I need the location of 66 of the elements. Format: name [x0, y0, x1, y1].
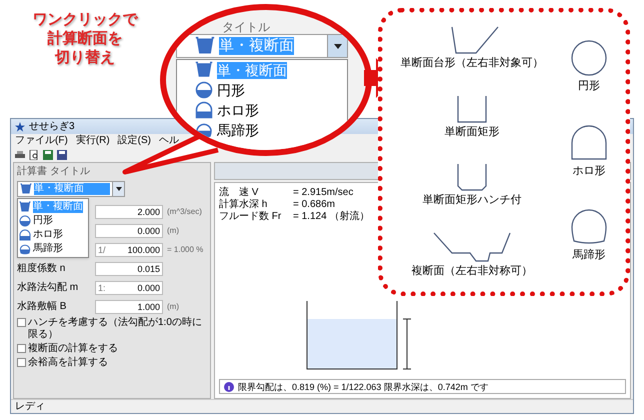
checkbox-label: ハンチを考慮する（法勾配が1:0の時に限る）	[28, 317, 203, 341]
unit-label: (m)	[167, 224, 179, 236]
title-label: 計算書 タイトル	[17, 166, 91, 178]
preview-icon[interactable]	[29, 150, 39, 160]
dropdown-option[interactable]: 馬蹄形	[195, 120, 347, 140]
checkbox[interactable]	[17, 318, 26, 327]
result-value: = 1.124 （射流）	[293, 211, 370, 223]
caret-icon	[334, 44, 342, 48]
menu-item[interactable]: ファイル(F)	[15, 135, 68, 147]
status-text: レディ	[15, 400, 45, 412]
annotation-text: ワンクリックで	[32, 10, 138, 29]
info-icon	[224, 382, 234, 392]
menu-item[interactable]: 実行(R)	[76, 135, 110, 147]
circle-section-drawing	[571, 40, 607, 76]
result-name: 流 速 V	[219, 187, 260, 198]
section-label: 単断面矩形	[444, 124, 500, 140]
number-field[interactable]: 0.000	[95, 224, 163, 238]
section-label: 単断面矩形ハンチ付	[422, 193, 522, 208]
channel-shape-icon	[195, 61, 213, 79]
field-label: 水路法勾配 m	[17, 282, 78, 292]
channel-shape-icon	[19, 201, 31, 213]
percent-note: = 1.000 %	[167, 244, 204, 256]
section-label: 円形	[578, 79, 600, 94]
checkbox-label: 余裕高を計算する	[28, 357, 108, 369]
export-icon[interactable]	[57, 150, 67, 160]
dropdown-option[interactable]: 円形	[195, 80, 347, 100]
number-field[interactable]: 2.000	[95, 204, 163, 218]
number-field[interactable]: 1/ 100.000	[95, 242, 163, 256]
dropdown-option[interactable]: ホロ形	[195, 100, 347, 120]
number-field[interactable]: 0.015	[95, 262, 163, 276]
dropdown-option[interactable]: 円形	[18, 214, 88, 228]
channel-shape-icon	[195, 101, 213, 119]
section-label: 馬蹄形	[572, 248, 606, 264]
star-icon	[15, 122, 25, 132]
dropdown-option[interactable]: 馬蹄形	[18, 242, 88, 256]
menu-item[interactable]: ヘル	[159, 135, 180, 147]
caret-icon	[116, 187, 122, 191]
section-label: 複断面（左右非対称可）	[412, 264, 532, 278]
window-title: せせらぎ3	[29, 120, 75, 132]
result-name: 計算水深 h	[219, 199, 268, 211]
annotation-text: 切り替え	[55, 48, 115, 67]
horseshoe-section-drawing	[571, 209, 607, 246]
checkbox-label: 複断面の計算をする	[28, 343, 118, 355]
menu-item[interactable]: 設定(S)	[118, 135, 152, 147]
channel-shape-icon	[195, 121, 213, 139]
result-value: = 0.686m	[293, 199, 335, 211]
channel-shape-icon	[195, 81, 213, 99]
unit-label: (m^3/sec)	[167, 206, 202, 218]
print-icon[interactable]	[15, 150, 25, 160]
dropdown-option[interactable]: ホロ形	[18, 228, 88, 242]
field-label: 粗度係数 n	[17, 262, 66, 274]
checkbox[interactable]	[17, 358, 26, 367]
section-label: 単断面台形（左右非対象可）	[400, 56, 544, 71]
annotation-text: 計算断面を	[48, 29, 122, 48]
title-label: タイトル	[222, 19, 270, 36]
field-label: 水路敷幅 B	[17, 300, 66, 312]
unit-label: (m)	[167, 300, 179, 312]
number-field[interactable]: 1: 0.000	[95, 280, 163, 294]
result-name: フルード数 Fr	[219, 211, 282, 223]
section-label: ホロ形	[572, 164, 606, 179]
message-text: 限界勾配は、0.819 (%) = 1/122.063 限界水深は、0.742m です	[238, 380, 488, 392]
checkbox[interactable]	[17, 344, 26, 353]
result-value: = 2.915m/sec	[293, 187, 354, 199]
save-icon[interactable]	[43, 150, 53, 160]
number-field[interactable]: 1.000	[95, 300, 163, 314]
hood-section-drawing	[571, 124, 607, 161]
